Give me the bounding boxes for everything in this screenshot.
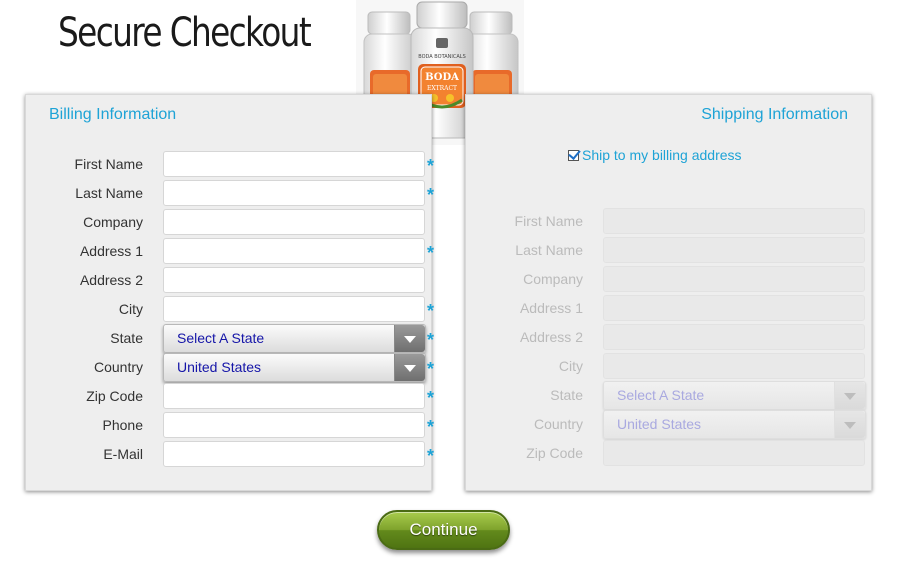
ship-to-billing-label: Ship to my billing address: [582, 147, 742, 163]
field-label: Last Name: [75, 185, 143, 201]
field-label: Address 2: [79, 272, 143, 288]
field-label: E-Mail: [103, 446, 143, 462]
shipping-panel: Shipping Information Ship to my billing …: [465, 94, 872, 491]
address-1-input: [603, 295, 865, 321]
field-label: City: [118, 301, 143, 317]
chevron-down-icon[interactable]: [394, 325, 425, 352]
field-row-country: Country United States *: [37, 353, 434, 382]
select-value: Select A State: [177, 330, 265, 346]
field-label: Company: [83, 214, 143, 230]
address-2-input[interactable]: [163, 267, 425, 293]
e-mail-input[interactable]: [163, 441, 425, 467]
last-name-input: [603, 237, 865, 263]
field-label: Address 1: [519, 300, 583, 316]
required-marker: *: [427, 359, 435, 379]
field-label: City: [558, 358, 583, 374]
field-row-city: City: [477, 353, 867, 379]
chevron-down-icon: [834, 411, 865, 438]
required-marker: *: [427, 301, 435, 321]
company-input: [603, 266, 865, 292]
select-value: Select A State: [617, 387, 705, 403]
field-row-address-2: Address 2: [477, 324, 867, 350]
field-row-country: Country United States: [477, 410, 867, 439]
select-value: United States: [177, 359, 262, 375]
svg-text:BODA: BODA: [425, 72, 459, 83]
required-marker: *: [427, 446, 435, 466]
field-row-e-mail: E-Mail *: [37, 441, 434, 467]
continue-button[interactable]: Continue: [377, 510, 510, 550]
field-row-company: Company: [477, 266, 867, 292]
field-label: Zip Code: [86, 388, 143, 404]
field-label: State: [110, 330, 143, 346]
state-select: Select A State: [603, 381, 866, 410]
field-label: First Name: [74, 156, 143, 172]
chevron-down-icon[interactable]: [394, 354, 425, 381]
field-label: Country: [533, 416, 583, 432]
city-input: [603, 353, 865, 379]
field-row-state: State Select A State: [477, 381, 867, 410]
field-row-city: City *: [37, 296, 434, 322]
zip-code-input[interactable]: [163, 383, 425, 409]
field-label: Country: [93, 359, 143, 375]
field-label: Phone: [102, 417, 143, 433]
field-row-last-name: Last Name: [477, 237, 867, 263]
city-input[interactable]: [163, 296, 425, 322]
required-marker: *: [427, 388, 435, 408]
company-input[interactable]: [163, 209, 425, 235]
checkbox-checked-icon[interactable]: [568, 149, 579, 161]
country-select: United States: [603, 410, 866, 439]
address-1-input[interactable]: [163, 238, 425, 264]
required-marker: *: [427, 185, 435, 205]
svg-text:EXTRACT: EXTRACT: [427, 85, 457, 92]
first-name-input[interactable]: [163, 151, 425, 177]
first-name-input: [603, 208, 865, 234]
field-label: First Name: [514, 213, 583, 229]
address-2-input: [603, 324, 865, 350]
select-value: United States: [617, 416, 702, 432]
billing-panel: Billing Information First Name * Last Name…: [25, 94, 434, 491]
field-row-zip-code: Zip Code *: [37, 383, 434, 409]
field-row-address-2: Address 2: [37, 267, 427, 293]
field-row-zip-code: Zip Code: [477, 440, 867, 466]
field-row-company: Company: [37, 209, 427, 235]
field-label: State: [550, 387, 583, 403]
chevron-down-icon: [834, 382, 865, 409]
svg-text:BODA BOTANICALS: BODA BOTANICALS: [418, 54, 466, 60]
ship-to-billing-checkbox[interactable]: Ship to my billing address: [568, 147, 742, 163]
required-marker: *: [427, 243, 435, 263]
required-marker: *: [427, 330, 435, 350]
field-row-first-name: First Name *: [37, 151, 434, 177]
billing-title: Billing Information: [49, 106, 177, 123]
field-row-first-name: First Name: [477, 208, 867, 234]
field-label: Last Name: [515, 242, 583, 258]
required-marker: *: [427, 417, 435, 437]
field-row-last-name: Last Name *: [37, 180, 434, 206]
last-name-input[interactable]: [163, 180, 425, 206]
zip-code-input: [603, 440, 865, 466]
country-select[interactable]: United States: [163, 353, 426, 382]
field-row-state: State Select A State *: [37, 324, 434, 353]
phone-input[interactable]: [163, 412, 425, 438]
field-row-phone: Phone *: [37, 412, 434, 438]
field-label: Address 1: [79, 243, 143, 259]
required-marker: *: [427, 156, 435, 176]
field-label: Zip Code: [526, 445, 583, 461]
page-title: Secure Checkout: [58, 10, 312, 56]
field-row-address-1: Address 1: [477, 295, 867, 321]
field-label: Address 2: [519, 329, 583, 345]
shipping-title: Shipping Information: [701, 106, 848, 123]
field-row-address-1: Address 1 *: [37, 238, 434, 264]
field-label: Company: [523, 271, 583, 287]
state-select[interactable]: Select A State: [163, 324, 426, 353]
